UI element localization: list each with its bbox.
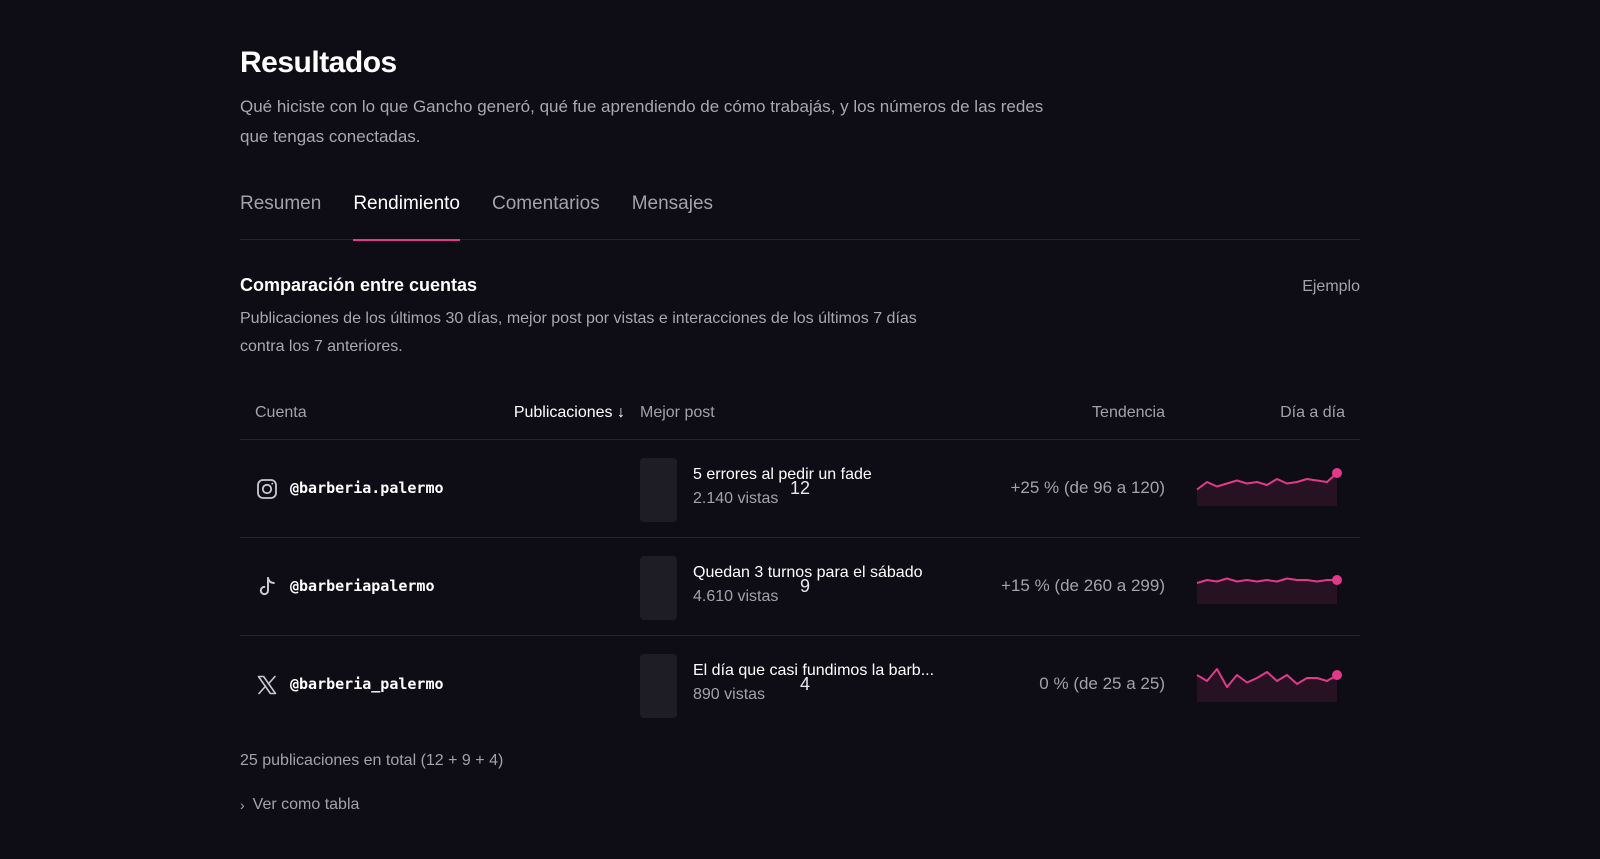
- table-row[interactable]: @barberiapalermo 9 Quedan 3 turnos para …: [240, 538, 1360, 636]
- view-as-table-toggle[interactable]: › Ver como tabla: [240, 796, 359, 814]
- trend-value: +15 % (de 260 a 299): [1001, 576, 1165, 595]
- table-row[interactable]: @barberia.palermo 12 5 errores al pedir …: [240, 440, 1360, 538]
- view-as-table-label: Ver como tabla: [252, 796, 360, 813]
- x-icon: [255, 673, 279, 697]
- page-title: Resultados: [240, 46, 397, 79]
- best-post-title[interactable]: 5 errores al pedir un fade: [693, 466, 948, 484]
- sparkline-svg: [1196, 668, 1342, 702]
- sparkline-svg: [1196, 575, 1342, 604]
- best-post-views: 890 vistas: [693, 686, 766, 703]
- tab-comentarios[interactable]: Comentarios: [492, 188, 600, 240]
- best-post-views: 4.610 vistas: [693, 588, 779, 605]
- daily-sparkline: [1195, 466, 1345, 506]
- column-header-posts[interactable]: Publicaciones ↓: [514, 404, 625, 422]
- total-posts-note: 25 publicaciones en total (12 + 9 + 4): [240, 752, 504, 769]
- tab-rendimiento[interactable]: Rendimiento: [353, 188, 460, 241]
- section-description: Publicaciones de los últimos 30 días, me…: [240, 310, 917, 355]
- table-header: Cuenta Publicaciones ↓ Mejor post Tenden…: [240, 392, 1360, 440]
- sparkline-area: [1197, 669, 1337, 702]
- best-post-title[interactable]: Quedan 3 turnos para el sábado: [693, 564, 948, 582]
- daily-sparkline: [1195, 662, 1345, 702]
- table-row[interactable]: @barberia_palermo 4 El día que casi fund…: [240, 636, 1360, 734]
- sparkline-last-point: [1332, 670, 1342, 680]
- sparkline-area: [1197, 473, 1337, 506]
- column-header-trend: Tendencia: [1092, 404, 1165, 421]
- column-header-best-post: Mejor post: [640, 404, 715, 421]
- column-header-account: Cuenta: [255, 404, 307, 421]
- example-badge: Ejemplo: [1302, 278, 1360, 295]
- sparkline-last-point: [1332, 468, 1342, 478]
- account-handle: @barberiapalermo: [290, 577, 435, 595]
- section-title: Comparación entre cuentas: [240, 275, 478, 295]
- sparkline-svg: [1196, 468, 1342, 506]
- tab-resumen[interactable]: Resumen: [240, 188, 321, 240]
- page: Resultados Qué hiciste con lo que Gancho…: [0, 0, 1600, 859]
- post-thumbnail[interactable]: [640, 556, 677, 620]
- column-header-daily: Día a día: [1280, 404, 1345, 421]
- tab-bar: Resumen Rendimiento Comentarios Mensajes: [240, 188, 1360, 241]
- instagram-icon: [255, 477, 279, 501]
- sparkline-last-point: [1332, 575, 1342, 585]
- post-thumbnail[interactable]: [640, 654, 677, 718]
- tab-mensajes[interactable]: Mensajes: [632, 188, 713, 240]
- daily-sparkline: [1195, 564, 1345, 604]
- account-handle: @barberia.palermo: [290, 479, 444, 497]
- tiktok-icon: [255, 575, 279, 599]
- post-thumbnail[interactable]: [640, 458, 677, 522]
- best-post-views: 2.140 vistas: [693, 490, 779, 507]
- page-subtitle: Qué hiciste con lo que Gancho generó, qu…: [240, 97, 1044, 146]
- trend-value: +25 % (de 96 a 120): [1010, 478, 1165, 497]
- account-handle: @barberia_palermo: [290, 675, 444, 693]
- trend-value: 0 % (de 25 a 25): [1039, 674, 1165, 693]
- chevron-right-icon: ›: [240, 797, 245, 813]
- best-post-title[interactable]: El día que casi fundimos la barb...: [693, 662, 948, 680]
- accounts-comparison-table: Cuenta Publicaciones ↓ Mejor post Tenden…: [240, 392, 1360, 734]
